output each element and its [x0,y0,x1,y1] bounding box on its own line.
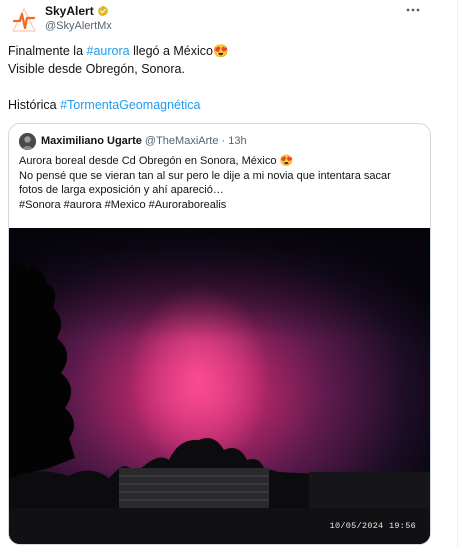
hashtag-tormenta-link[interactable]: #TormentaGeomagnética [60,98,200,112]
quoted-text-segment: Aurora boreal desde Cd Obregón en Sonora… [19,155,277,167]
quoted-text: Aurora boreal desde Cd Obregón en Sonora… [19,154,424,212]
post-line-2: Visible desde Obregón, Sonora. [8,62,185,76]
quoted-line-3: fotos de larga exposición y ahí apareció… [19,184,224,196]
post-text-segment: Finalmente la [8,44,87,58]
quoted-author-name[interactable]: Maximiliano Ugarte [41,135,142,147]
author-handle[interactable]: @SkyAlertMx [45,20,112,32]
author-name-text: SkyAlert [45,4,94,18]
skyalert-logo-icon [12,7,36,32]
post-line-1: Finalmente la #aurora llegó a México😍 [8,42,428,60]
post-text-segment: llegó a México [129,44,213,58]
quoted-line-1: Aurora boreal desde Cd Obregón en Sonora… [19,154,424,169]
quoted-line-2: No pensé que se vieran tan al sur pero l… [19,169,391,182]
quoted-tweet[interactable]: Maximiliano Ugarte @TheMaxiArte · 13h Au… [8,123,431,545]
hashtag-aurora-link[interactable]: #aurora [87,44,130,58]
post-text: Finalmente la #aurora llegó a México😍 Vi… [8,42,428,114]
quoted-timestamp[interactable]: 13h [228,135,246,147]
quoted-author-line: Maximiliano Ugarte @TheMaxiArte · 13h [41,135,247,147]
quoted-author-handle[interactable]: @TheMaxiArte [145,135,219,147]
gold-verified-badge-icon [97,5,108,17]
post-text-segment: Histórica [8,98,61,112]
photo-timestamp: 10/05/2024 19:56 [329,521,416,531]
author-name[interactable]: SkyAlert [45,4,109,18]
more-options-icon[interactable] [405,2,421,21]
aurora-photo-image [9,228,430,544]
quoted-line-4: #Sonora #aurora #Mexico #Auroraborealis [19,198,227,211]
quoted-author-avatar[interactable] [19,133,36,150]
aurora-photo[interactable]: 10/05/2024 19:56 [9,228,430,544]
meta-separator: · [221,135,226,147]
heart-eyes-emoji: 😍 [279,155,294,167]
tweet-card: SkyAlert @SkyAlertMx Finalmente la #auro… [0,0,458,548]
post-line-3: Histórica #TormentaGeomagnética [8,96,428,114]
heart-eyes-emoji: 😍 [212,44,229,58]
author-avatar[interactable] [8,4,40,36]
